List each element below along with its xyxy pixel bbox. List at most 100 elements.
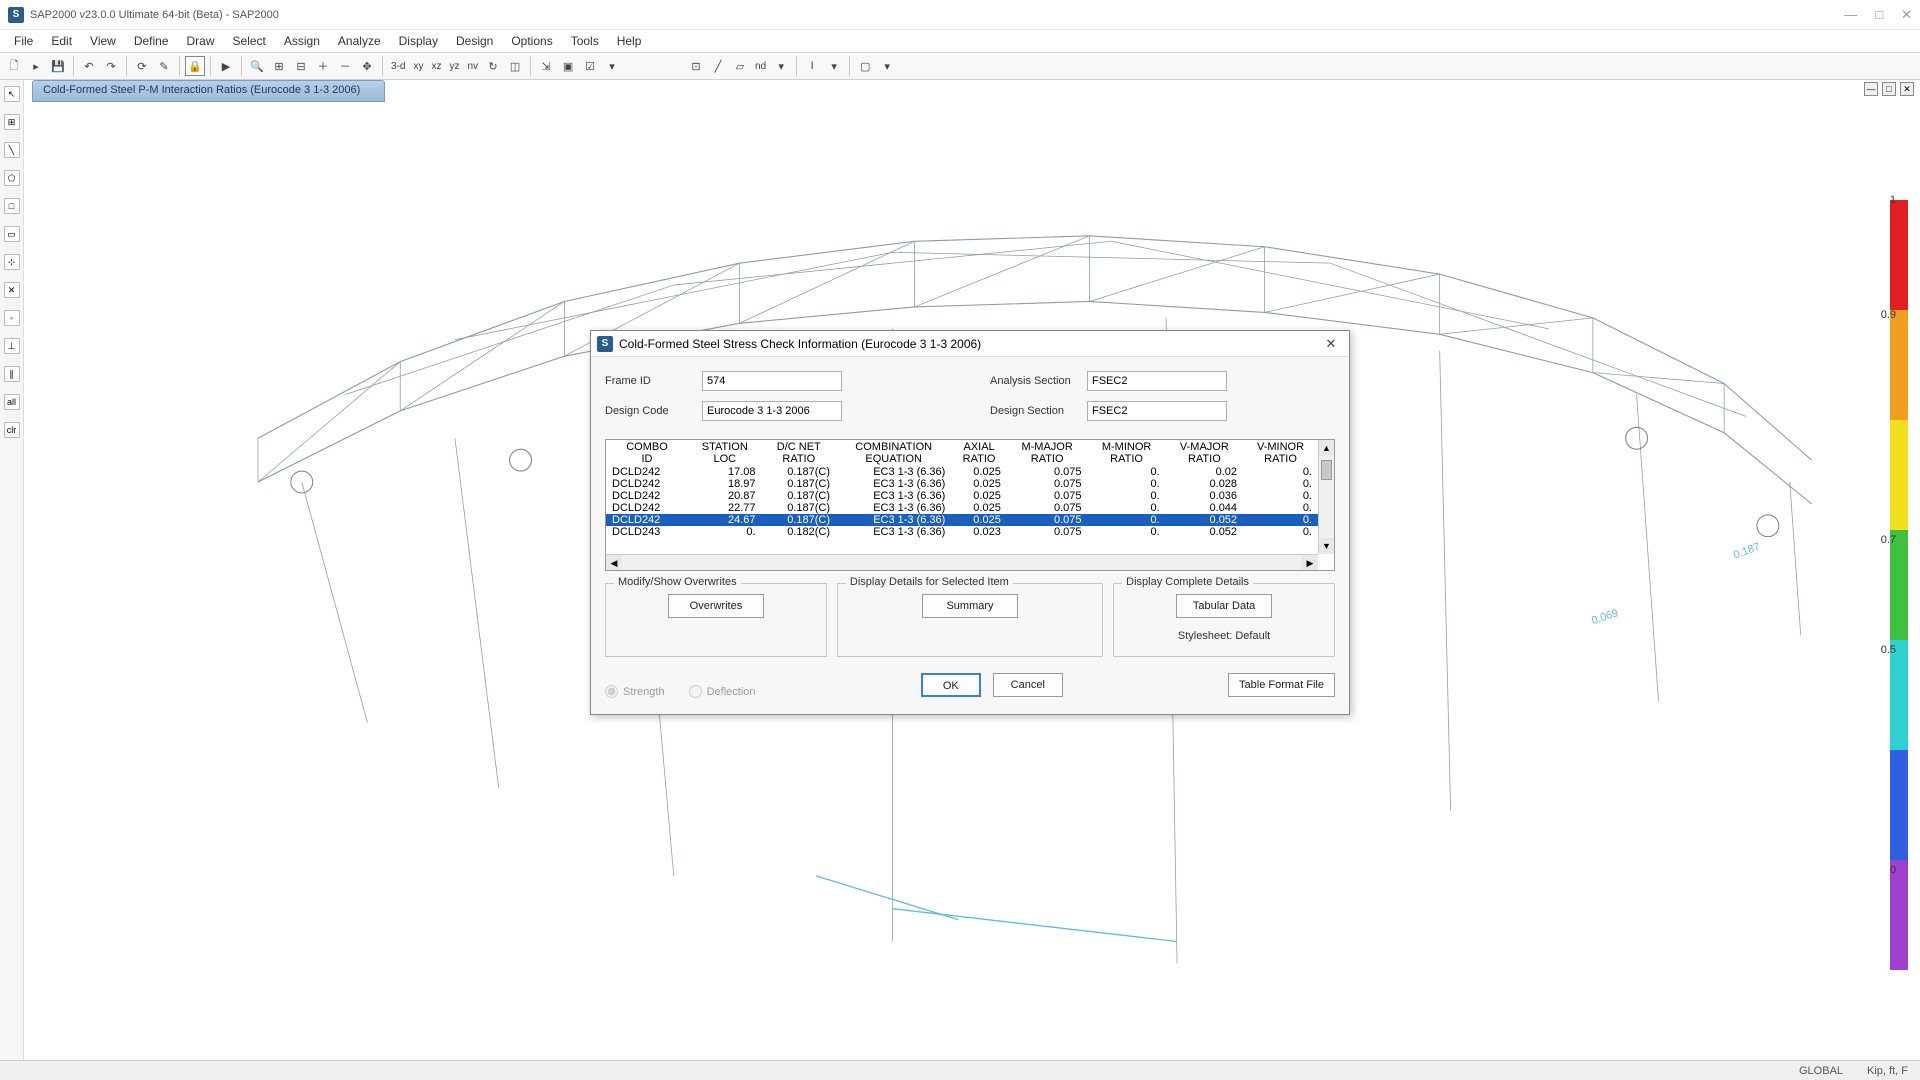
view-close-icon[interactable]: ✕: [1900, 82, 1914, 96]
menu-tools[interactable]: Tools: [563, 32, 607, 50]
zoom-window-icon[interactable]: 🔍: [247, 56, 267, 76]
perspective-icon[interactable]: ◫: [505, 56, 525, 76]
dropdown4-icon[interactable]: ▾: [877, 56, 897, 76]
horizontal-scrollbar[interactable]: ◀ ▶: [606, 554, 1318, 570]
menu-select[interactable]: Select: [225, 32, 274, 50]
zoom-out-icon[interactable]: －: [335, 56, 355, 76]
lock-icon[interactable]: 🔒: [185, 56, 205, 76]
snap3-icon[interactable]: ◦: [4, 310, 20, 326]
pencil-icon[interactable]: ✎: [154, 56, 174, 76]
analysis-section-field[interactable]: [1087, 371, 1227, 391]
poly-icon[interactable]: ⬠: [4, 170, 20, 186]
new-icon[interactable]: 🗋: [4, 56, 24, 76]
table-row[interactable]: DCLD24224.670.187(C)EC3 1-3 (6.36)0.0250…: [606, 514, 1318, 526]
table-header[interactable]: V-MINOR RATIO: [1243, 440, 1318, 466]
vertical-scrollbar[interactable]: ▲ ▼: [1318, 440, 1334, 554]
menu-display[interactable]: Display: [391, 32, 446, 50]
table-header[interactable]: D/C NET RATIO: [762, 440, 837, 466]
dialog-close-icon[interactable]: ✕: [1319, 334, 1343, 354]
table-header[interactable]: COMBINATION EQUATION: [836, 440, 951, 466]
menu-edit[interactable]: Edit: [43, 32, 80, 50]
view-nv-button[interactable]: nv: [464, 61, 481, 72]
dialog-titlebar[interactable]: S Cold-Formed Steel Stress Check Informa…: [591, 331, 1349, 357]
table-row[interactable]: DCLD24220.870.187(C)EC3 1-3 (6.36)0.0250…: [606, 490, 1318, 502]
scroll-down-icon[interactable]: ▼: [1319, 538, 1334, 554]
ok-button[interactable]: OK: [921, 673, 981, 697]
table-format-button[interactable]: Table Format File: [1228, 673, 1335, 697]
undo-icon[interactable]: ↶: [79, 56, 99, 76]
menu-assign[interactable]: Assign: [276, 32, 328, 50]
redo-icon[interactable]: ↷: [101, 56, 121, 76]
view-min-icon[interactable]: —: [1864, 82, 1878, 96]
box-icon[interactable]: ▢: [855, 56, 875, 76]
object-icon[interactable]: ▣: [558, 56, 578, 76]
pointer-icon[interactable]: ↖: [4, 86, 20, 102]
zoom-prev-icon[interactable]: ⊟: [291, 56, 311, 76]
dropdown3-icon[interactable]: ▾: [824, 56, 844, 76]
menu-design[interactable]: Design: [448, 32, 501, 50]
zoom-in-icon[interactable]: ＋: [313, 56, 333, 76]
table-row[interactable]: DCLD24217.080.187(C)EC3 1-3 (6.36)0.0250…: [606, 466, 1318, 478]
nd-button[interactable]: nd: [752, 61, 769, 72]
draw-area-icon[interactable]: ▭: [4, 226, 20, 242]
table-header[interactable]: STATION LOC: [688, 440, 762, 466]
design-section-field[interactable]: [1087, 401, 1227, 421]
tabular-data-button[interactable]: Tabular Data: [1176, 594, 1272, 618]
results-table[interactable]: COMBO IDSTATION LOCD/C NET RATIOCOMBINAT…: [605, 439, 1335, 571]
table-row[interactable]: DCLD2430.0.182(C)EC3 1-3 (6.36)0.0230.07…: [606, 526, 1318, 538]
summary-button[interactable]: Summary: [922, 594, 1018, 618]
refresh-icon[interactable]: ⟳: [132, 56, 152, 76]
table-header[interactable]: V-MAJOR RATIO: [1166, 440, 1243, 466]
overwrites-button[interactable]: Overwrites: [668, 594, 764, 618]
table-row[interactable]: DCLD24218.970.187(C)EC3 1-3 (6.36)0.0250…: [606, 478, 1318, 490]
snap2-icon[interactable]: ✕: [4, 282, 20, 298]
dropdown2-icon[interactable]: ▾: [771, 56, 791, 76]
rotate-icon[interactable]: ↻: [483, 56, 503, 76]
check-icon[interactable]: ☑: [580, 56, 600, 76]
view-yz-button[interactable]: yz: [446, 61, 462, 72]
menu-help[interactable]: Help: [609, 32, 650, 50]
maximize-icon[interactable]: □: [1875, 7, 1883, 23]
snap-icon[interactable]: ⊹: [4, 254, 20, 270]
menu-analyze[interactable]: Analyze: [330, 32, 389, 50]
table-header[interactable]: M-MAJOR RATIO: [1007, 440, 1088, 466]
scroll-left-icon[interactable]: ◀: [606, 555, 622, 570]
status-coord[interactable]: GLOBAL: [1799, 1065, 1843, 1077]
scroll-right-icon[interactable]: ▶: [1302, 555, 1318, 570]
all-icon[interactable]: all: [4, 394, 20, 410]
menu-file[interactable]: File: [6, 32, 41, 50]
run-icon[interactable]: ▶: [216, 56, 236, 76]
menu-view[interactable]: View: [82, 32, 124, 50]
menu-define[interactable]: Define: [126, 32, 177, 50]
table-row[interactable]: DCLD24222.770.187(C)EC3 1-3 (6.36)0.0250…: [606, 502, 1318, 514]
draw-special-icon[interactable]: ⊞: [4, 114, 20, 130]
dropdown-icon[interactable]: ▾: [602, 56, 622, 76]
line-icon[interactable]: ╲: [4, 142, 20, 158]
draw-frame-icon[interactable]: □: [4, 198, 20, 214]
status-units[interactable]: Kip, ft, F: [1867, 1065, 1908, 1077]
view-max-icon[interactable]: □: [1882, 82, 1896, 96]
table-header[interactable]: COMBO ID: [606, 440, 688, 466]
save-icon[interactable]: 💾: [48, 56, 68, 76]
text-icon[interactable]: I: [802, 56, 822, 76]
zoom-extents-icon[interactable]: ⊞: [269, 56, 289, 76]
table-header[interactable]: M-MINOR RATIO: [1087, 440, 1165, 466]
open-icon[interactable]: ▸: [26, 56, 46, 76]
cancel-button[interactable]: Cancel: [993, 673, 1063, 697]
shrink-icon[interactable]: ⇲: [536, 56, 556, 76]
snap5-icon[interactable]: ∥: [4, 366, 20, 382]
menu-options[interactable]: Options: [503, 32, 560, 50]
table-header[interactable]: AXIAL RATIO: [951, 440, 1006, 466]
view-3d-button[interactable]: 3-d: [388, 61, 408, 72]
minimize-icon[interactable]: —: [1844, 7, 1857, 23]
scroll-thumb[interactable]: [1321, 460, 1332, 480]
clear-icon[interactable]: clr: [4, 422, 20, 438]
menu-draw[interactable]: Draw: [179, 32, 223, 50]
view-xz-button[interactable]: xz: [428, 61, 444, 72]
pan-icon[interactable]: ✥: [357, 56, 377, 76]
joint-icon[interactable]: ⊡: [686, 56, 706, 76]
scroll-up-icon[interactable]: ▲: [1319, 440, 1334, 456]
area-icon[interactable]: ▱: [730, 56, 750, 76]
frame-id-field[interactable]: [702, 371, 842, 391]
snap4-icon[interactable]: ⊥: [4, 338, 20, 354]
